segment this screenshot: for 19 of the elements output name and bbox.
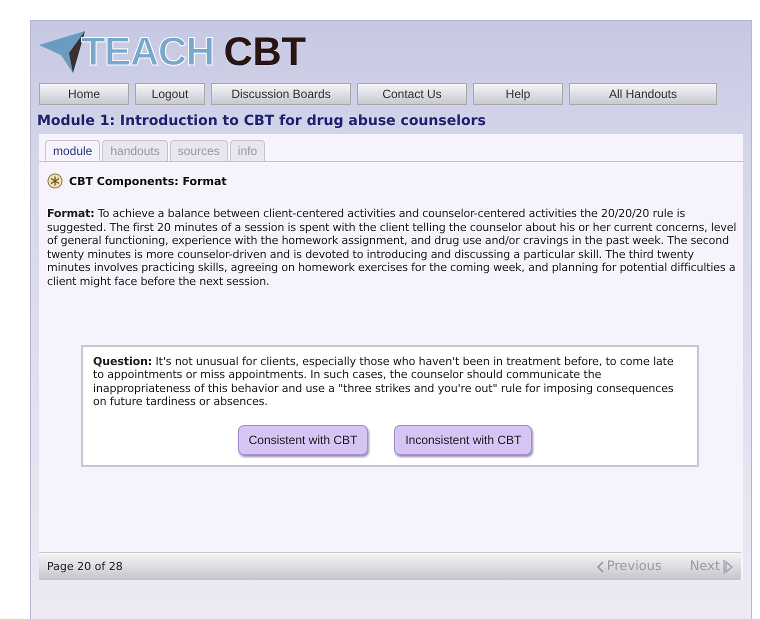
page-indicator: Page 20 of 28 bbox=[47, 560, 123, 573]
nav-button[interactable]: Logout bbox=[135, 83, 205, 105]
logo-text: TEACH bbox=[81, 30, 214, 74]
body-paragraph: Format: To achieve a balance between client-centered activities and counselor-centered activities the 20/20/20 rule is suggested. The first 20 minutes of a session is spent with the client telling the counselor about his or her current concerns, level of general functioning, experience with the homework assignment, and drug use and/or cravings in the past week. The second twenty minutes is more counselor-driven and is devoted to introducing and discussing a particular skill. The third twenty minutes involves practicing skills, agreeing on homework exercises for the coming week, and planning for potential difficulties a client might face before the next session. bbox=[47, 207, 738, 289]
nav-button[interactable]: Discussion Boards bbox=[211, 83, 351, 105]
logo-text: CBT bbox=[224, 30, 306, 74]
answer-button[interactable]: Inconsistent with CBT bbox=[394, 424, 532, 455]
answer-button[interactable]: Consistent with CBT bbox=[238, 424, 368, 455]
nav-button[interactable]: Home bbox=[39, 83, 129, 105]
asterisk-badge-icon bbox=[47, 173, 63, 189]
nav-button[interactable]: All Handouts bbox=[569, 83, 717, 105]
chevron-left-icon bbox=[596, 560, 604, 572]
question-text: Question: It's not unusual for clients, especially those who haven't been in treatment before, to come late to appointments or miss appointments. In such cases, the counselor should communicate the inappropriateness of this behavior and use a "three strikes and you're out" rule for imposing consequences on future tardiness or absences. bbox=[93, 354, 675, 409]
nav-button[interactable]: Contact Us bbox=[357, 83, 467, 105]
module-title: Module 1: Introduction to CBT for drug abuse counselors bbox=[37, 113, 487, 129]
next-arrow-icon bbox=[723, 558, 733, 574]
tab[interactable]: module bbox=[45, 140, 100, 161]
nav-button[interactable]: Help bbox=[473, 83, 563, 105]
section-title: CBT Components: Format bbox=[69, 174, 227, 188]
